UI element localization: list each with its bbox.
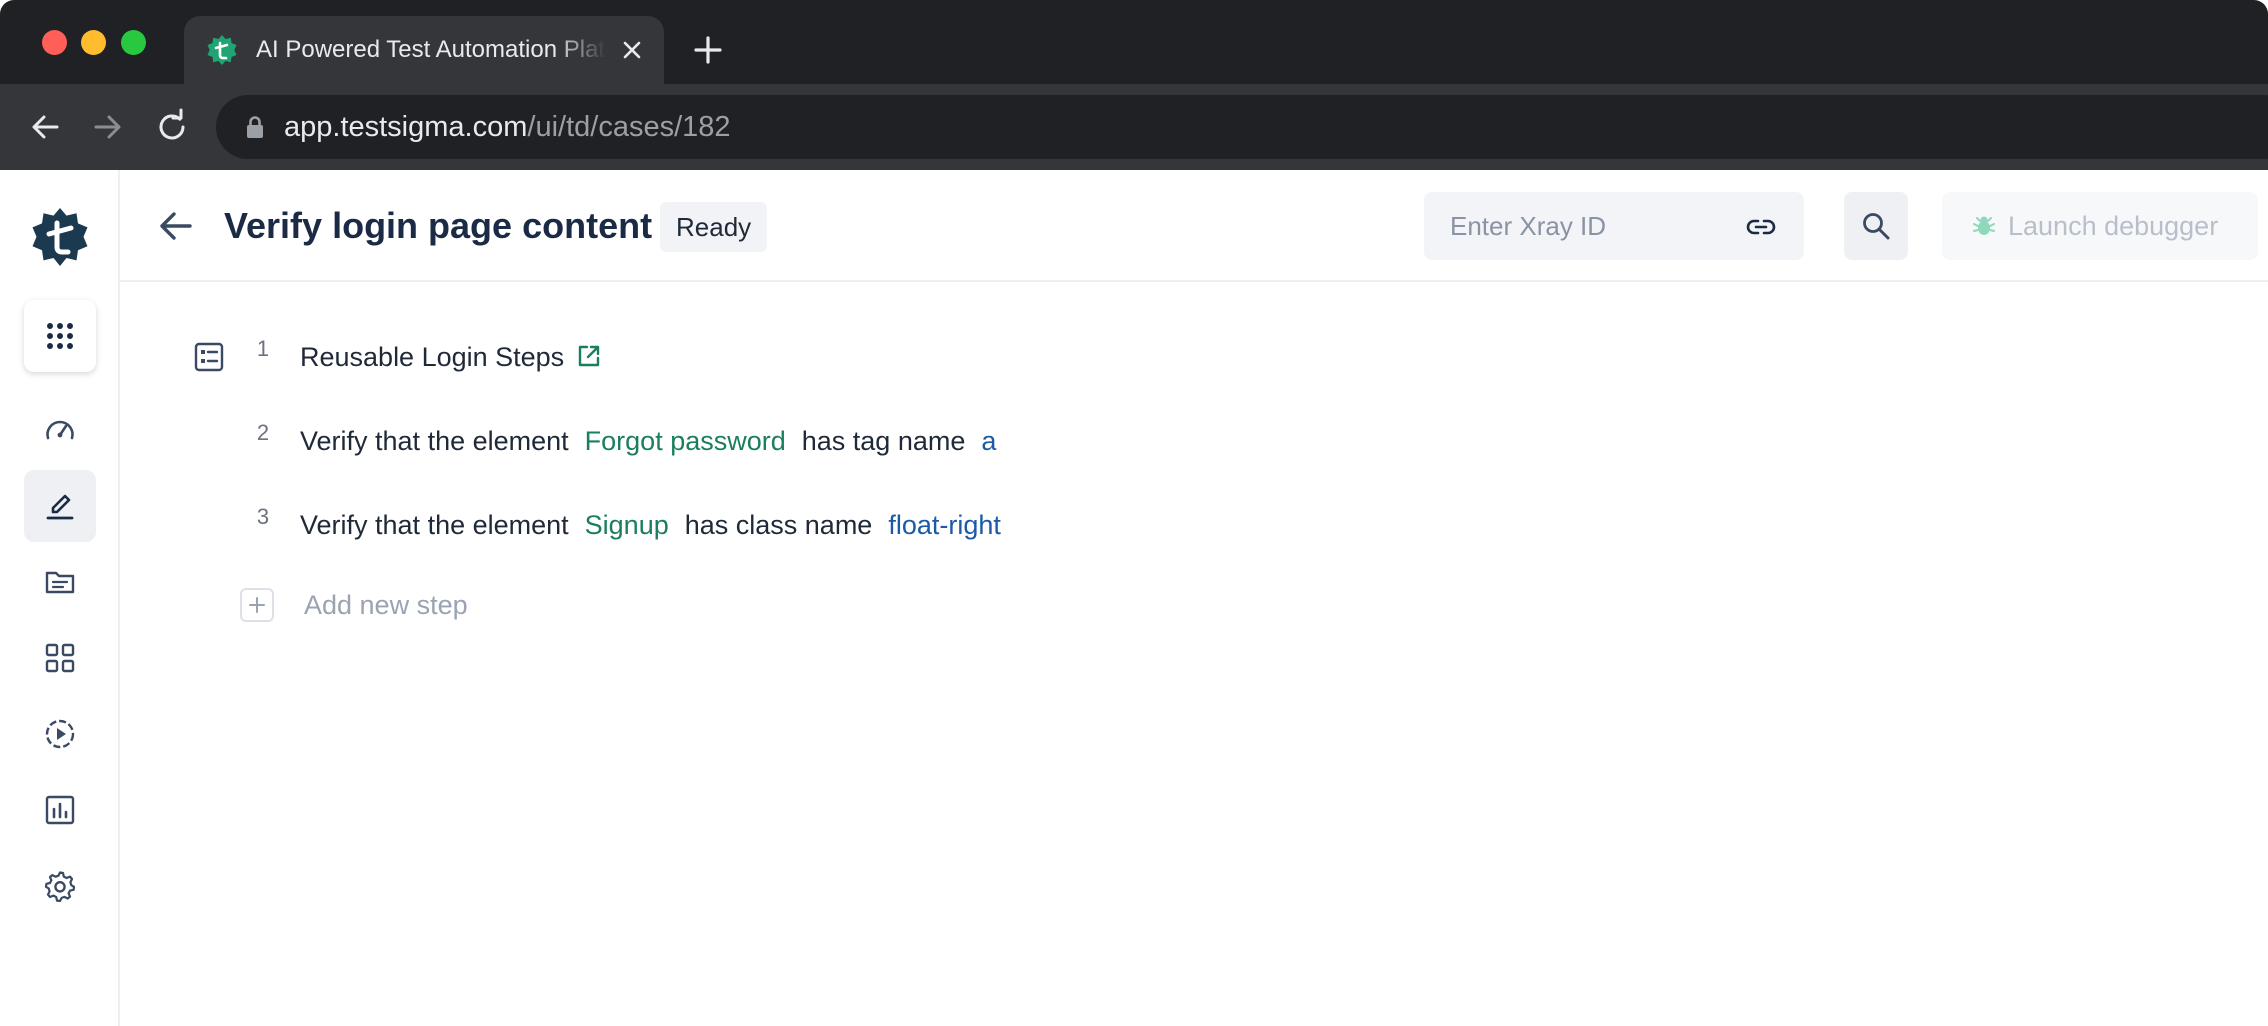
bug-icon bbox=[1973, 216, 1995, 235]
add-step-plus bbox=[240, 588, 274, 622]
step-text: Reusable Login Steps bbox=[300, 338, 602, 376]
search-steps-button[interactable] bbox=[1844, 192, 1908, 260]
test-step-3[interactable]: 3 Verify that the element Signup has class… bbox=[120, 500, 1520, 550]
testsigma-favicon-icon bbox=[207, 35, 237, 65]
test-step-1[interactable]: 1 Reusable Login Steps bbox=[120, 332, 1520, 382]
step-text: Verify that the element Signup has class n… bbox=[300, 506, 1001, 544]
pencil-edit-icon bbox=[46, 494, 74, 520]
close-tab-icon[interactable] bbox=[618, 36, 646, 64]
testsigma-app: Verify login page content Ready Launch d… bbox=[0, 170, 2268, 1026]
page-title: Verify login page content bbox=[224, 205, 653, 246]
back-arrow-icon[interactable] bbox=[156, 206, 196, 246]
step-text: Verify that the element Forgot password ha… bbox=[300, 422, 996, 460]
step-value-token[interactable]: float-right bbox=[888, 510, 1001, 540]
test-steps-list: 1 Reusable Login Steps 2 Verify that the… bbox=[120, 282, 2268, 1026]
apps-grid-button[interactable] bbox=[24, 300, 96, 372]
new-tab-plus-icon[interactable] bbox=[692, 34, 724, 66]
testsigma-logo-icon[interactable] bbox=[26, 203, 94, 271]
browser-toolbar: app.testsigma.com/ui/td/cases/182 bbox=[0, 84, 2268, 170]
url-host: app.testsigma.com bbox=[284, 111, 528, 143]
left-sidebar bbox=[0, 170, 120, 1026]
sidebar-item-test-cases[interactable] bbox=[24, 546, 96, 618]
step-group-name: Reusable Login Steps bbox=[300, 342, 565, 372]
gear-icon bbox=[44, 871, 76, 902]
plus-icon bbox=[249, 597, 265, 613]
browser-reload-icon[interactable] bbox=[153, 108, 191, 146]
folder-icon bbox=[45, 571, 75, 594]
test-step-2[interactable]: 2 Verify that the element Forgot password… bbox=[120, 416, 1520, 466]
grid-squares-icon bbox=[45, 643, 75, 673]
sidebar-item-add-ons[interactable] bbox=[24, 622, 96, 694]
launch-debugger-label: Launch debugger bbox=[2008, 211, 2219, 241]
browser-tab-title: AI Powered Test Automation Platform bbox=[256, 36, 606, 63]
step-condition-text: has tag name bbox=[801, 426, 966, 456]
step-group-list-icon bbox=[194, 342, 224, 372]
dashboard-gauge-icon bbox=[46, 420, 74, 440]
step-element-token[interactable]: Forgot password bbox=[585, 426, 786, 456]
step-action-text: Verify that the element bbox=[300, 510, 569, 540]
add-new-step-label: Add new step bbox=[304, 590, 468, 620]
window-close-button[interactable] bbox=[42, 30, 67, 55]
sidebar-item-dashboard[interactable] bbox=[24, 394, 96, 466]
url-text: app.testsigma.com/ui/td/cases/182 bbox=[284, 111, 731, 143]
step-element-token[interactable]: Signup bbox=[585, 510, 669, 540]
sidebar-item-test-development[interactable] bbox=[24, 470, 96, 542]
browser-back-icon[interactable] bbox=[26, 108, 64, 146]
open-external-icon[interactable] bbox=[576, 343, 602, 369]
link-icon[interactable] bbox=[1746, 212, 1776, 242]
step-number: 1 bbox=[256, 336, 270, 361]
step-action-text: Verify that the element bbox=[300, 426, 569, 456]
window-maximize-button[interactable] bbox=[121, 30, 146, 55]
search-icon bbox=[1863, 213, 1890, 240]
launch-debugger-button[interactable]: Launch debugger bbox=[1942, 192, 2258, 260]
window-minimize-button[interactable] bbox=[81, 30, 106, 55]
step-number: 3 bbox=[256, 504, 270, 529]
apps-grid-icon bbox=[47, 323, 73, 349]
step-value-token[interactable]: a bbox=[981, 426, 996, 456]
bar-chart-icon bbox=[45, 795, 75, 825]
step-number: 2 bbox=[256, 420, 270, 445]
step-condition-text: has class name bbox=[684, 510, 873, 540]
browser-tab-strip: AI Powered Test Automation Platform bbox=[0, 0, 2268, 84]
sidebar-item-runs[interactable] bbox=[24, 698, 96, 770]
lock-icon bbox=[247, 116, 263, 138]
xray-id-field bbox=[1424, 192, 1804, 260]
sidebar-item-reports[interactable] bbox=[24, 774, 96, 846]
browser-forward-icon[interactable] bbox=[89, 108, 127, 146]
status-badge: Ready bbox=[660, 202, 768, 252]
address-bar[interactable]: app.testsigma.com/ui/td/cases/182 bbox=[216, 95, 2268, 159]
xray-id-input[interactable] bbox=[1450, 192, 1740, 260]
play-circle-dashed-icon bbox=[45, 719, 75, 749]
browser-tab-active[interactable]: AI Powered Test Automation Platform bbox=[184, 16, 664, 84]
test-case-header: Verify login page content Ready Launch d… bbox=[120, 170, 2268, 282]
sidebar-item-settings[interactable] bbox=[24, 850, 96, 922]
url-path: /ui/td/cases/182 bbox=[527, 111, 731, 143]
